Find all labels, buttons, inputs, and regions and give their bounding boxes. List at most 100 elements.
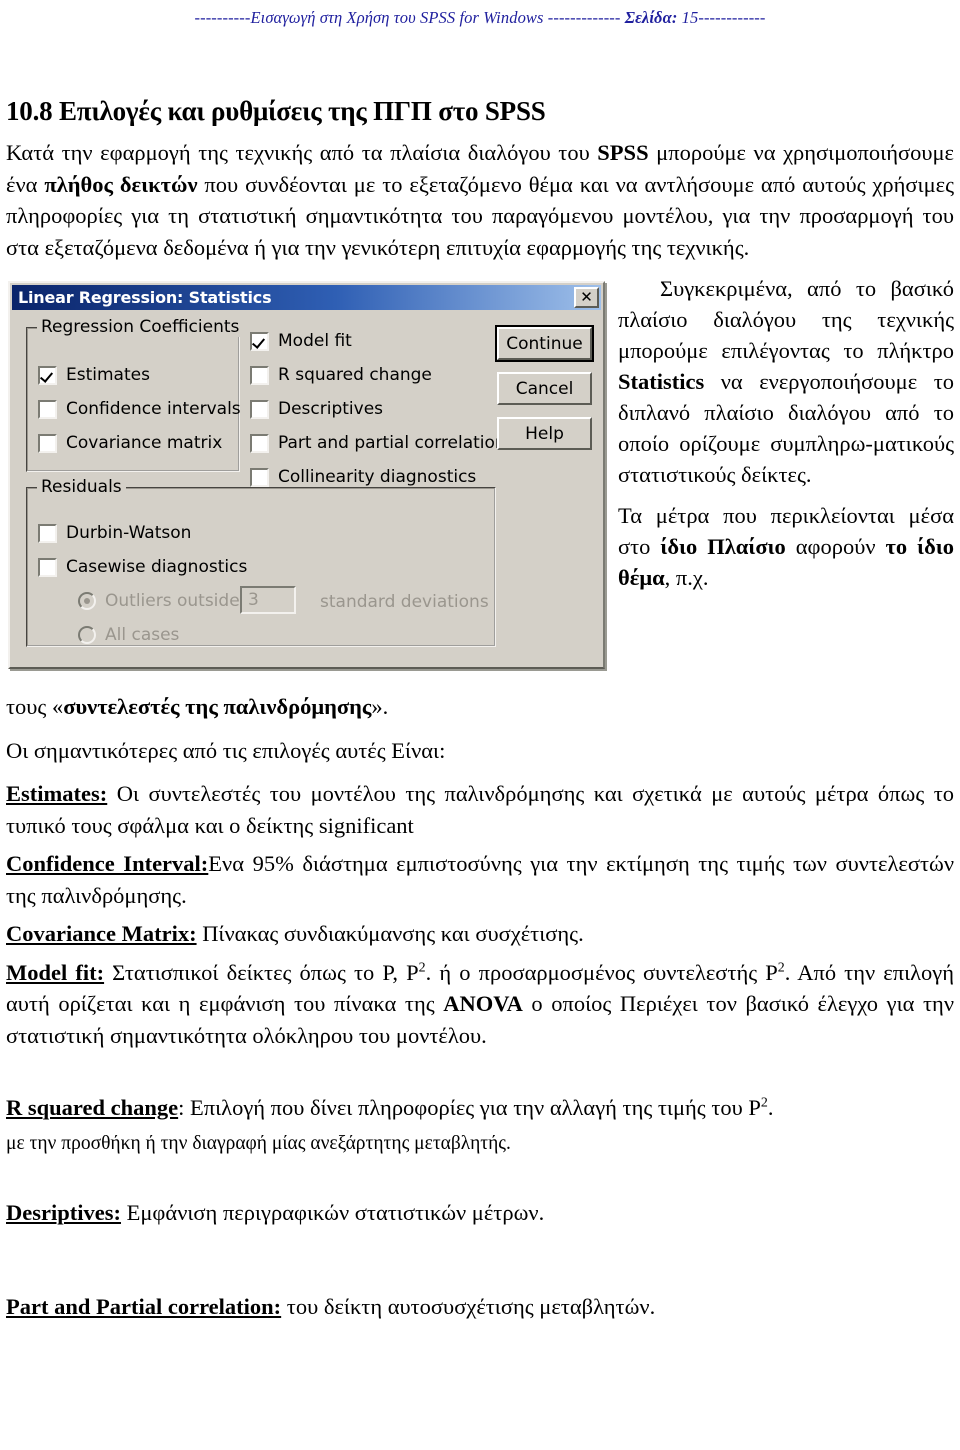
model-fit-text-2: . ή ο προσαρμοσμένος συντελεστής Ρ xyxy=(425,959,778,985)
header-title-text: Εισαγωγή στη Χρήση του SPSS for Windows … xyxy=(250,8,621,27)
r-squared-text-2: . xyxy=(767,1095,774,1121)
definition-term: R squared change xyxy=(6,1095,179,1121)
side-bold-statistics: Statistics xyxy=(618,369,705,395)
page-title: 10.8 Επιλογές και ρυθμίσεις της ΠΓΠ στο … xyxy=(6,96,546,126)
side-text-4: αφορούν xyxy=(785,534,886,560)
residuals-label: Residuals xyxy=(37,477,126,498)
checkbox-model-fit[interactable]: Model fit xyxy=(250,331,352,351)
definition-descriptives: Desriptives: Εμφάνιση περιγραφικών στατι… xyxy=(6,1197,954,1229)
definition-term: Desriptives: xyxy=(6,1199,121,1225)
checkbox-estimates[interactable]: Estimates xyxy=(38,365,150,385)
checkbox-icon-unchecked[interactable] xyxy=(38,399,57,419)
close-icon[interactable]: ✕ xyxy=(574,287,599,309)
r-squared-superscript: 2 xyxy=(760,1095,768,1111)
radio-icon-unselected[interactable] xyxy=(78,626,96,645)
definition-term: Model fit: xyxy=(6,959,105,985)
caption-paragraph: τους «συντελεστές της παλινδρόμησης». xyxy=(6,691,954,723)
definition-list: Estimates: Οι συντελεστές του μοντέλου τ… xyxy=(6,778,954,1323)
definition-part-and-partial-correlation: Part and Partial correlation: του δείκτη… xyxy=(6,1291,954,1323)
checkbox-label: Casewise diagnostics xyxy=(66,557,248,578)
checkbox-covariance-matrix[interactable]: Covariance matrix xyxy=(38,433,222,453)
checkbox-label: Estimates xyxy=(66,365,150,386)
continue-button[interactable]: Continue xyxy=(495,325,594,363)
cancel-button[interactable]: Cancel xyxy=(497,372,592,406)
definition-body: του δείκτη αυτοσυσχέτισης μεταβλητών. xyxy=(281,1294,656,1320)
checkbox-label: Model fit xyxy=(278,331,352,352)
outliers-stddev-input[interactable]: 3 xyxy=(240,586,296,615)
checkbox-confidence-intervals[interactable]: Confidence intervals xyxy=(38,399,241,419)
intro-bold-spss: SPSS xyxy=(597,140,649,166)
checkbox-icon-unchecked[interactable] xyxy=(38,433,57,453)
post-figure-content: τους «συντελεστές της παλινδρόμησης». Οι… xyxy=(6,691,954,1323)
checkbox-part-and-partial-correlations[interactable]: Part and partial correlations xyxy=(250,433,515,453)
checkbox-casewise-diagnostics[interactable]: Casewise diagnostics xyxy=(38,557,247,577)
caption-text-1: τους « xyxy=(6,694,64,720)
checkbox-durbin-watson[interactable]: Durbin-Watson xyxy=(38,523,191,543)
r-squared-second-line: με την προσθήκη ή την διαγραφή μίας ανεξ… xyxy=(6,1132,511,1154)
definition-model-fit: Model fit: Στατισπικοί δείκτες όπως το Ρ… xyxy=(6,957,954,1052)
definition-covariance-matrix: Covariance Matrix: Πίνακας συνδιακύμανση… xyxy=(6,918,954,950)
help-button[interactable]: Help xyxy=(497,417,592,451)
dialog-title: Linear Regression: Statistics xyxy=(18,288,272,308)
definition-r-squared-change: R squared change: Επιλογή που δίνει πληρ… xyxy=(6,1092,954,1124)
standard-deviations-label: standard deviations xyxy=(320,592,489,613)
checkbox-label: Descriptives xyxy=(278,399,384,420)
side-bold-idio-plaisio: ίδιο Πλαίσιο xyxy=(660,534,786,560)
r-squared-text-1: : Επιλογή που δίνει πληροφορίες για την … xyxy=(178,1095,761,1121)
checkbox-icon-unchecked[interactable] xyxy=(250,365,269,385)
checkbox-icon-checked[interactable] xyxy=(38,365,57,385)
model-fit-superscript-2: 2 xyxy=(777,960,785,976)
checkbox-icon-checked[interactable] xyxy=(250,331,269,351)
document-body: 10.8 Επιλογές και ρυθμίσεις της ΠΓΠ στο … xyxy=(6,96,954,1330)
spss-dialog-screenshot: Linear Regression: Statistics ✕ Regressi… xyxy=(6,278,613,674)
checkbox-descriptives[interactable]: Descriptives xyxy=(250,399,383,419)
definition-term: Confidence Interval: xyxy=(6,851,209,877)
header-prefix-dashes: ---------- xyxy=(194,8,251,27)
dialog-titlebar: Linear Regression: Statistics ✕ xyxy=(12,285,601,311)
caption-text-2: ». xyxy=(371,694,389,720)
header-page-label: Σελίδα: xyxy=(624,8,678,27)
page-running-header: ----------Εισαγωγή στη Χρήση του SPSS fo… xyxy=(0,8,960,28)
radio-outliers-outside[interactable]: Outliers outside xyxy=(78,591,240,611)
definition-body: Οι συντελεστές του μοντέλου της παλινδρό… xyxy=(6,781,954,838)
side-paragraph-1: Συγκεκριμένα, από το βασικό πλαίσιο διαλ… xyxy=(618,273,954,490)
checkbox-r-squared-change[interactable]: R squared change xyxy=(250,365,432,385)
checkbox-label: Confidence intervals xyxy=(66,399,241,420)
figure-side-text-column: Συγκεκριμένα, από το βασικό πλαίσιο διαλ… xyxy=(618,273,954,593)
definition-body: Εμφάνιση περιγραφικών στατιστικών μέτρων… xyxy=(120,1199,545,1225)
caption-bold: συντελεστές της παλινδρόμησης xyxy=(63,694,372,720)
checkbox-icon-unchecked[interactable] xyxy=(38,557,57,577)
checkbox-icon-unchecked[interactable] xyxy=(250,433,269,453)
radio-label: All cases xyxy=(105,625,180,646)
radio-all-cases[interactable]: All cases xyxy=(78,625,179,645)
figure-row: Linear Regression: Statistics ✕ Regressi… xyxy=(6,273,954,691)
checkbox-label: Covariance matrix xyxy=(66,433,223,454)
side-text-1: Συγκεκριμένα, από το βασικό πλαίσιο διαλ… xyxy=(618,276,954,364)
radio-icon-selected[interactable] xyxy=(78,592,96,611)
model-fit-bold-anova: ANOVA xyxy=(443,991,523,1017)
definition-term: Covariance Matrix: xyxy=(6,921,197,947)
side-paragraph-2: Τα μέτρα που περικλείονται μέσα στο ίδιο… xyxy=(618,500,954,593)
intro-paragraph: Κατά την εφαρμογή της τεχνικής από τα πλ… xyxy=(6,137,954,263)
regression-coefficients-label: Regression Coefficients xyxy=(37,317,244,338)
intro-bold-plithos: πλήθος δεικτών xyxy=(44,171,198,197)
model-fit-text-1: Στατισπικοί δείκτες όπως το Ρ, Ρ xyxy=(104,959,419,985)
linear-regression-statistics-dialog: Linear Regression: Statistics ✕ Regressi… xyxy=(8,281,605,670)
definition-body: Πίνακας συνδιακύμανσης και συσχέτισης. xyxy=(196,921,584,947)
radio-label: Outliers outside xyxy=(105,591,240,612)
lead-in-paragraph: Οι σημαντικότερες από τις επιλογές αυτές… xyxy=(6,737,446,763)
definition-term: Estimates: xyxy=(6,781,108,807)
intro-text-1: Κατά την εφαρμογή της τεχνικής από τα πλ… xyxy=(6,140,598,166)
definition-estimates: Estimates: Οι συντελεστές του μοντέλου τ… xyxy=(6,778,954,841)
checkbox-icon-unchecked[interactable] xyxy=(38,523,57,543)
checkbox-icon-unchecked[interactable] xyxy=(250,467,269,487)
checkbox-collinearity-diagnostics[interactable]: Collinearity diagnostics xyxy=(250,467,476,487)
checkbox-label: Durbin-Watson xyxy=(66,523,192,544)
checkbox-icon-unchecked[interactable] xyxy=(250,399,269,419)
header-page-number: 15------------ xyxy=(677,8,766,27)
side-text-5: , π.χ. xyxy=(664,565,709,591)
